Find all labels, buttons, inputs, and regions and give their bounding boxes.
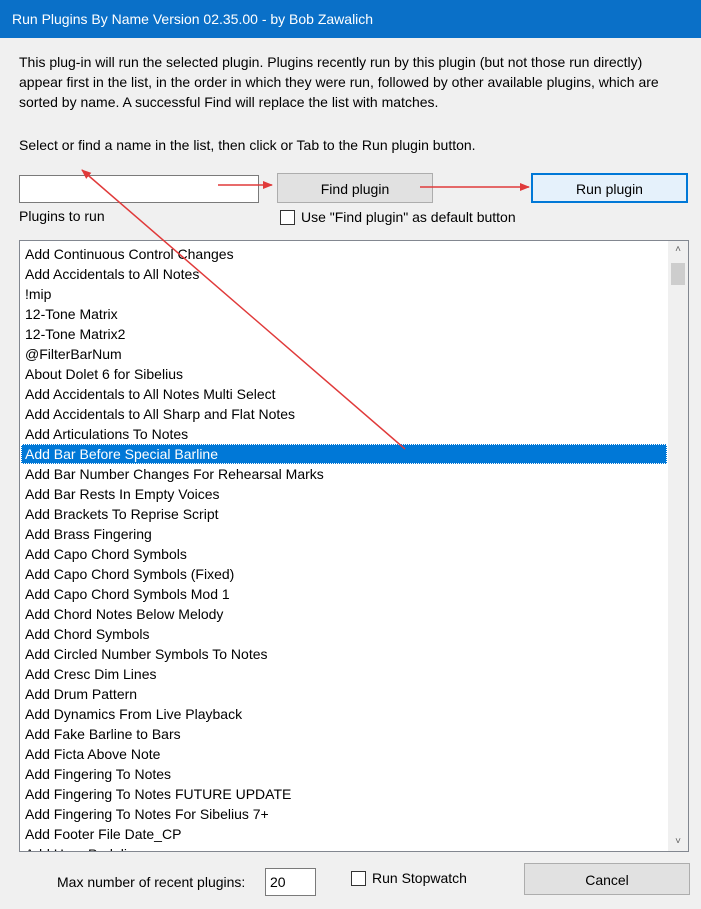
list-item[interactable]: Add Drum Pattern xyxy=(21,684,667,704)
default-button-checkbox[interactable] xyxy=(280,210,295,225)
list-item[interactable]: Add Ficta Above Note xyxy=(21,744,667,764)
find-plugin-button[interactable]: Find plugin xyxy=(277,173,433,203)
list-item[interactable]: Add Accidentals to All Sharp and Flat No… xyxy=(21,404,667,424)
list-item[interactable]: @FilterBarNum xyxy=(21,344,667,364)
run-stopwatch-label[interactable]: Run Stopwatch xyxy=(372,869,467,887)
list-item[interactable]: Add Chord Notes Below Melody xyxy=(21,604,667,624)
list-item[interactable]: Add Cresc Dim Lines xyxy=(21,664,667,684)
list-item[interactable]: Add Capo Chord Symbols (Fixed) xyxy=(21,564,667,584)
default-button-checkbox-label[interactable]: Use "Find plugin" as default button xyxy=(301,208,516,226)
list-item[interactable]: Add Bar Number Changes For Rehearsal Mar… xyxy=(21,464,667,484)
window-titlebar[interactable]: Run Plugins By Name Version 02.35.00 - b… xyxy=(0,0,701,38)
list-item[interactable]: Add Brackets To Reprise Script xyxy=(21,504,667,524)
plugin-search-input[interactable] xyxy=(19,175,259,203)
max-recent-input[interactable] xyxy=(265,868,316,896)
list-item[interactable]: Add Bar Before Special Barline xyxy=(21,444,667,464)
list-item[interactable]: 12-Tone Matrix xyxy=(21,304,667,324)
list-item[interactable]: Add Accidentals to All Notes xyxy=(21,264,667,284)
plugins-to-run-label: Plugins to run xyxy=(19,208,105,224)
list-item[interactable]: Add Fingering To Notes For Sibelius 7+ xyxy=(21,804,667,824)
list-item[interactable]: Add Footer File Date_CP xyxy=(21,824,667,844)
list-item[interactable]: Add Capo Chord Symbols xyxy=(21,544,667,564)
run-stopwatch-checkbox[interactable] xyxy=(351,871,366,886)
list-item[interactable]: Add Fake Barline to Bars xyxy=(21,724,667,744)
list-item[interactable]: !mip xyxy=(21,284,667,304)
plugin-list-items: Add Continuous Control Changes Add Accide… xyxy=(21,244,667,851)
list-item[interactable]: Add Dynamics From Live Playback xyxy=(21,704,667,724)
list-item[interactable]: Add Continuous Control Changes xyxy=(21,244,667,264)
description-text: This plug-in will run the selected plugi… xyxy=(19,54,659,110)
list-item[interactable]: Add Harp Pedaling xyxy=(21,844,667,851)
list-item[interactable]: Add Fingering To Notes xyxy=(21,764,667,784)
list-item[interactable]: Add Bar Rests In Empty Voices xyxy=(21,484,667,504)
list-item[interactable]: Add Articulations To Notes xyxy=(21,424,667,444)
chevron-down-icon[interactable]: ˅ xyxy=(668,833,688,851)
list-item[interactable]: Add Capo Chord Symbols Mod 1 xyxy=(21,584,667,604)
run-plugin-button[interactable]: Run plugin xyxy=(531,173,688,203)
vertical-scrollbar[interactable]: ˄ ˅ xyxy=(668,241,688,851)
instruction-text: Select or find a name in the list, then … xyxy=(19,137,476,153)
cancel-button[interactable]: Cancel xyxy=(524,863,690,895)
list-item[interactable]: About Dolet 6 for Sibelius xyxy=(21,364,667,384)
max-recent-label: Max number of recent plugins: xyxy=(57,874,246,890)
list-item[interactable]: Add Brass Fingering xyxy=(21,524,667,544)
chevron-up-icon[interactable]: ˄ xyxy=(668,241,688,259)
list-item[interactable]: 12-Tone Matrix2 xyxy=(21,324,667,344)
plugin-list[interactable]: Add Continuous Control Changes Add Accide… xyxy=(19,240,689,852)
list-item[interactable]: Add Accidentals to All Notes Multi Selec… xyxy=(21,384,667,404)
list-item[interactable]: Add Fingering To Notes FUTURE UPDATE xyxy=(21,784,667,804)
list-item[interactable]: Add Circled Number Symbols To Notes xyxy=(21,644,667,664)
scrollbar-thumb[interactable] xyxy=(671,263,685,285)
window-title: Run Plugins By Name Version 02.35.00 - b… xyxy=(12,11,374,27)
list-item[interactable]: Add Chord Symbols xyxy=(21,624,667,644)
